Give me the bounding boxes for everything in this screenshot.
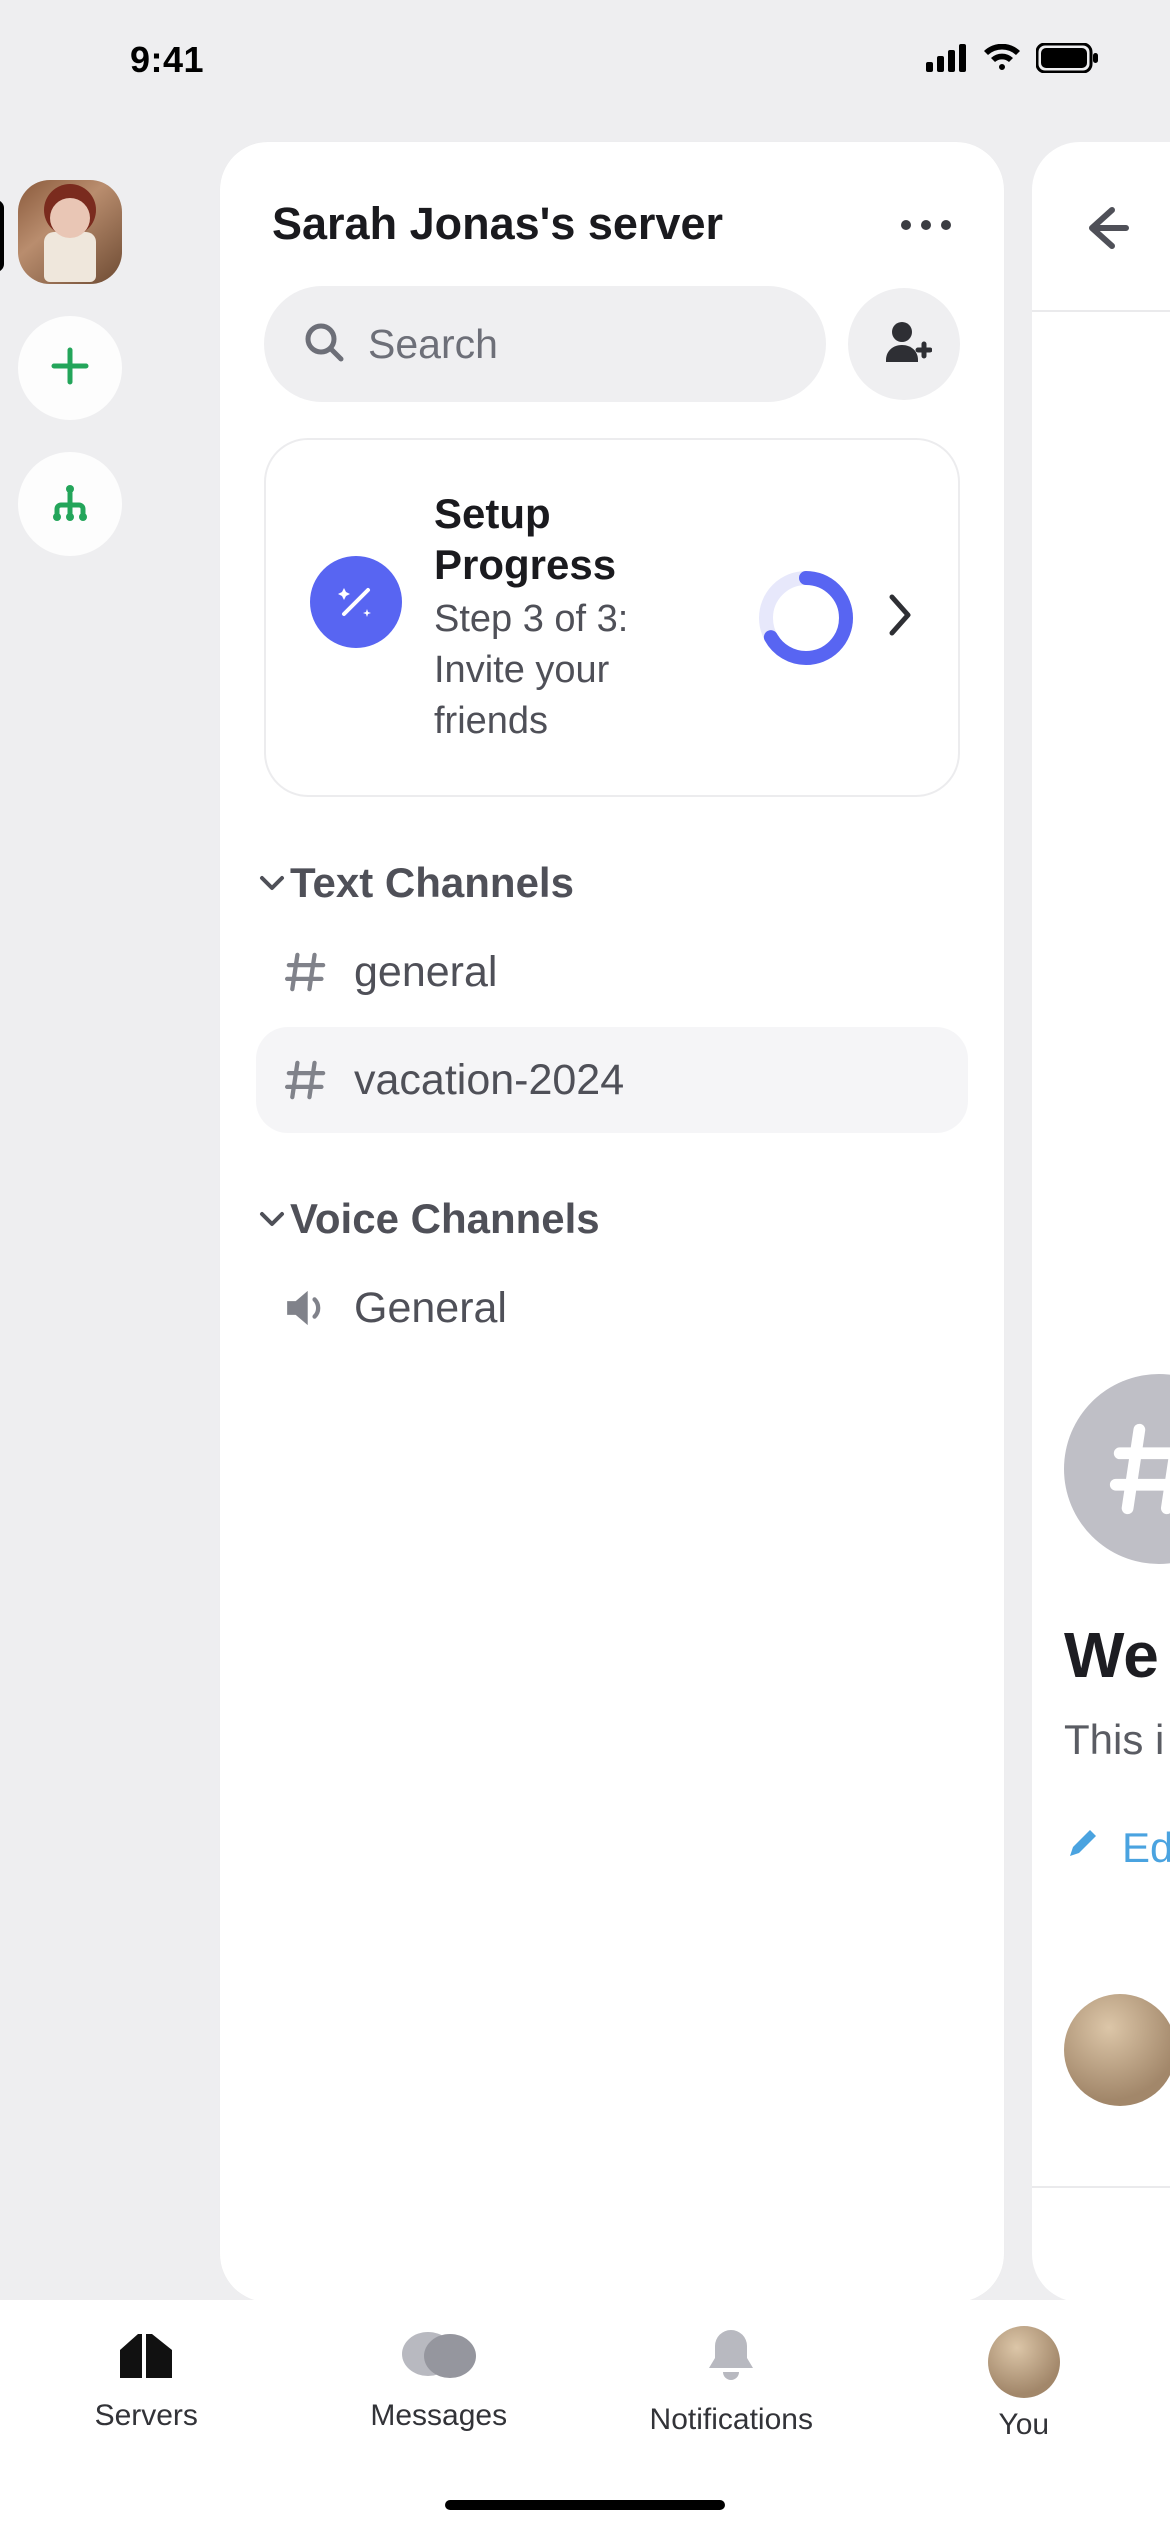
chevron-down-icon <box>258 859 286 907</box>
channel-content-peek[interactable]: We This i Ed <box>1032 142 1170 2302</box>
server-avatar[interactable] <box>18 180 122 284</box>
messages-icon <box>398 2326 480 2389</box>
setup-progress-card[interactable]: Setup Progress Step 3 of 3: Invite your … <box>264 438 960 797</box>
status-time: 9:41 <box>130 39 204 81</box>
nav-label: You <box>998 2408 1049 2442</box>
search-icon <box>302 320 346 369</box>
add-server-button[interactable] <box>18 316 122 420</box>
edit-label: Ed <box>1122 1824 1170 1872</box>
channel-panel: Sarah Jonas's server Search Setup Progre… <box>220 142 1004 2302</box>
setup-title: Setup Progress <box>434 488 726 590</box>
back-button[interactable] <box>1080 202 1132 259</box>
edit-channel-link[interactable]: Ed <box>1064 1824 1170 1872</box>
plus-icon <box>48 344 92 393</box>
message-avatar[interactable] <box>1064 1994 1170 2106</box>
battery-icon <box>1036 43 1100 78</box>
nav-label: Messages <box>370 2399 507 2433</box>
search-placeholder: Search <box>368 321 498 368</box>
search-input[interactable]: Search <box>264 286 826 402</box>
channel-name: vacation-2024 <box>354 1056 624 1105</box>
section-label: Voice Channels <box>290 1195 600 1243</box>
cellular-icon <box>926 44 968 77</box>
status-icons <box>926 43 1100 78</box>
hub-icon <box>48 480 92 529</box>
home-indicator <box>445 2500 725 2510</box>
text-channels-header[interactable]: Text Channels <box>258 859 966 907</box>
chevron-down-icon <box>258 1195 286 1243</box>
channel-name: general <box>354 948 497 997</box>
servers-icon <box>114 2326 178 2389</box>
wand-icon <box>310 556 402 648</box>
bell-icon <box>703 2326 759 2393</box>
speaker-icon <box>282 1284 330 1332</box>
setup-subtitle: Step 3 of 3: Invite your friends <box>434 594 726 747</box>
avatar <box>988 2326 1060 2398</box>
pencil-icon <box>1064 1824 1100 1872</box>
divider <box>1032 2186 1170 2188</box>
text-channel[interactable]: general <box>256 919 968 1025</box>
nav-label: Notifications <box>650 2403 813 2437</box>
more-icon <box>900 210 952 237</box>
hash-icon <box>282 1056 330 1104</box>
channel-name: General <box>354 1284 507 1333</box>
voice-channels-header[interactable]: Voice Channels <box>258 1195 966 1243</box>
voice-channel[interactable]: General <box>256 1255 968 1361</box>
text-channel[interactable]: vacation-2024 <box>256 1027 968 1133</box>
welcome-subtitle: This i <box>1064 1716 1164 1764</box>
wifi-icon <box>982 44 1022 77</box>
nav-you[interactable]: You <box>878 2326 1170 2532</box>
channel-hash-hero <box>1064 1374 1170 1564</box>
divider <box>1032 310 1170 312</box>
nav-label: Servers <box>95 2399 198 2433</box>
section-label: Text Channels <box>290 859 574 907</box>
status-bar: 9:41 <box>0 0 1170 120</box>
progress-ring <box>758 570 854 666</box>
server-title[interactable]: Sarah Jonas's server <box>272 198 723 250</box>
discover-servers-button[interactable] <box>18 452 122 556</box>
server-rail <box>0 180 140 556</box>
chevron-right-icon <box>886 593 914 642</box>
invite-button[interactable] <box>848 288 960 400</box>
add-user-icon <box>876 314 932 375</box>
nav-servers[interactable]: Servers <box>0 2326 293 2532</box>
hash-icon <box>282 948 330 996</box>
bottom-nav: Servers Messages Notifications You <box>0 2300 1170 2532</box>
server-more-button[interactable] <box>900 210 952 238</box>
welcome-title: We <box>1064 1618 1159 1692</box>
